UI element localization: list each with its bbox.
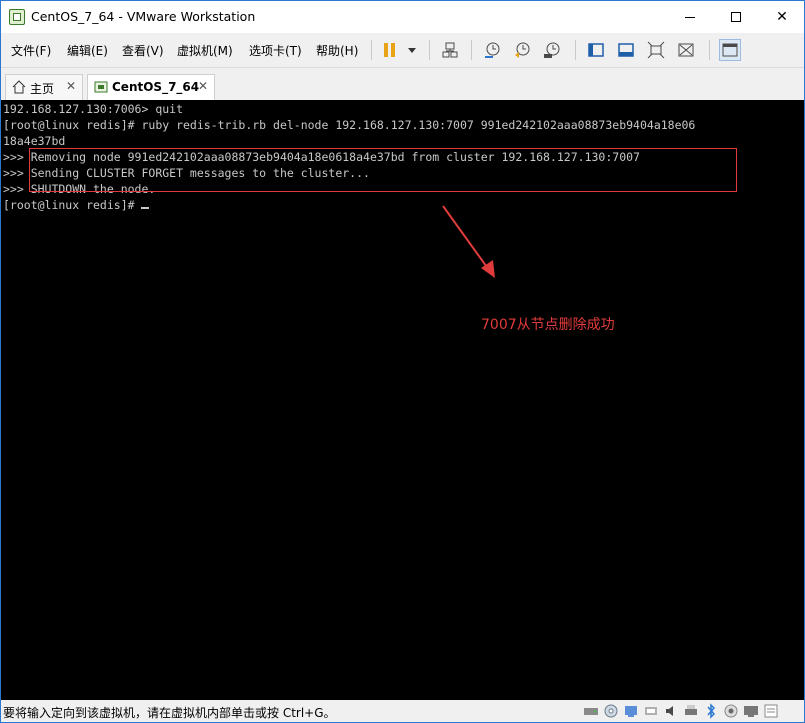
minimize-button[interactable] (667, 1, 713, 33)
toolbar-separator (709, 40, 710, 60)
window-title: CentOS_7_64 - VMware Workstation (31, 9, 256, 24)
camera-icon[interactable] (723, 703, 739, 719)
close-icon[interactable]: ✕ (198, 79, 208, 93)
snapshot-manager-button[interactable] (543, 41, 561, 59)
full-screen-button[interactable] (647, 41, 665, 59)
menu-tabs[interactable]: 选项卡(T) (249, 42, 302, 59)
tab-home-label: 主页 (30, 82, 55, 96)
usb-icon[interactable] (643, 703, 659, 719)
send-ctrl-alt-del-button[interactable] (441, 41, 459, 59)
pause-icon (384, 43, 395, 57)
home-icon (12, 80, 26, 94)
tab-bar: 主页 ✕ CentOS_7_64 ✕ (1, 68, 804, 100)
revert-snapshot-button[interactable] (513, 41, 531, 59)
manager-clock-icon (544, 42, 560, 58)
tab-centos[interactable]: CentOS_7_64 ✕ (87, 74, 215, 100)
suspend-button[interactable] (381, 41, 399, 59)
message-log-icon[interactable] (763, 703, 779, 719)
vmware-window: CentOS_7_64 - VMware Workstation ✕ 文件(F)… (0, 0, 805, 723)
sidebar-icon (588, 43, 604, 57)
console-view-button[interactable] (719, 39, 741, 61)
vmware-app-icon (9, 9, 25, 25)
terminal-line: 18a4e37bd (3, 134, 66, 148)
maximize-button[interactable] (713, 1, 759, 33)
terminal-line: [root@linux redis]# ruby redis-trib.rb d… (3, 118, 696, 132)
menu-view[interactable]: 查看(V) (122, 42, 164, 59)
network-adapter-icon[interactable] (623, 703, 639, 719)
menu-vm[interactable]: 虚拟机(M) (177, 42, 233, 59)
network-icon (442, 42, 458, 58)
toolbar-separator (575, 40, 576, 60)
device-icons (583, 703, 798, 719)
minimize-icon (685, 16, 695, 18)
tab-centos-label: CentOS_7_64 (112, 80, 200, 94)
menu-help[interactable]: 帮助(H) (316, 42, 358, 59)
terminal-prompt: [root@linux redis]# (3, 198, 142, 212)
unity-icon (678, 43, 694, 57)
display-icon[interactable] (743, 703, 759, 719)
bluetooth-icon[interactable] (703, 703, 719, 719)
thumbnail-icon (618, 43, 634, 57)
title-bar: CentOS_7_64 - VMware Workstation ✕ (1, 1, 804, 33)
toolbar-separator (471, 40, 472, 60)
vm-console[interactable]: 192.168.127.130:7006> quit [root@linux r… (1, 100, 804, 700)
close-icon: ✕ (776, 9, 788, 25)
tab-home[interactable]: 主页 ✕ (5, 74, 83, 100)
console-view-icon (722, 43, 738, 57)
sound-card-icon[interactable] (663, 703, 679, 719)
vm-icon (94, 81, 108, 93)
cd-dvd-icon[interactable] (603, 703, 619, 719)
menu-edit[interactable]: 编辑(E) (67, 42, 108, 59)
close-button[interactable]: ✕ (759, 1, 804, 33)
terminal-line: 192.168.127.130:7006> quit (3, 102, 184, 116)
close-icon[interactable]: ✕ (66, 79, 76, 93)
status-bar: 要将输入定向到该虚拟机，请在虚拟机内部单击或按 Ctrl+G。 (1, 700, 804, 722)
snapshot-clock-icon (485, 42, 500, 58)
show-thumbnail-button[interactable] (617, 41, 635, 59)
annotation-text: 7007从节点删除成功 (481, 317, 615, 333)
printer-icon[interactable] (683, 703, 699, 719)
chevron-down-icon (408, 48, 416, 53)
revert-clock-icon (515, 42, 530, 58)
red-arrow-icon (442, 205, 495, 278)
toolbar-separator (429, 40, 430, 60)
hard-disk-icon[interactable] (583, 703, 599, 719)
highlight-box (29, 148, 737, 192)
fullscreen-icon (647, 41, 665, 59)
unity-button[interactable] (677, 41, 695, 59)
menu-toolbar: 文件(F) 编辑(E) 查看(V) 虚拟机(M) 选项卡(T) 帮助(H) (1, 33, 804, 68)
toolbar-separator (371, 40, 372, 60)
snapshot-button[interactable] (483, 41, 501, 59)
text-cursor (141, 207, 150, 209)
menu-file[interactable]: 文件(F) (11, 42, 51, 59)
maximize-icon (731, 12, 741, 22)
status-message: 要将输入定向到该虚拟机，请在虚拟机内部单击或按 Ctrl+G。 (3, 706, 336, 720)
power-dropdown[interactable] (403, 41, 417, 59)
show-library-button[interactable] (587, 41, 605, 59)
